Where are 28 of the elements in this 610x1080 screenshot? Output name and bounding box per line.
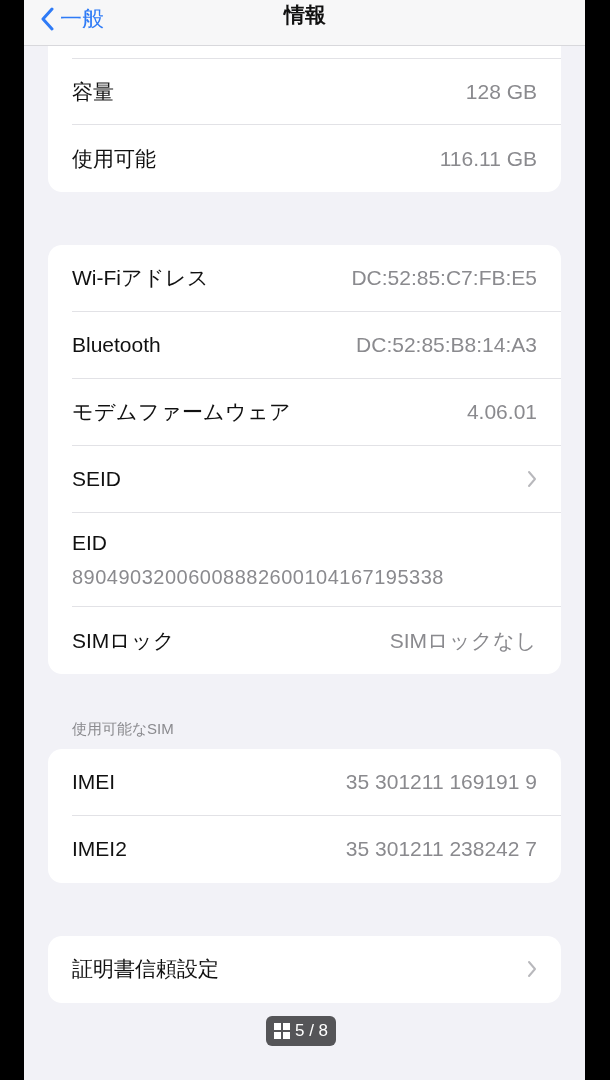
row-label: IMEI [72, 768, 116, 795]
row-label: Wi-Fiアドレス [72, 265, 209, 292]
row-label: モデムファームウェア [72, 399, 291, 426]
settings-row[interactable]: 証明書信頼設定 [72, 935, 561, 1003]
row-value: 35 301211 169191 9 [345, 768, 537, 795]
settings-row[interactable]: SEID [72, 446, 561, 513]
back-button[interactable]: 一般 [36, 2, 108, 35]
row-label: SIMロック [72, 627, 176, 654]
row-label: IMEI2 [72, 836, 127, 863]
chevron-icon [527, 960, 537, 978]
section-header: 使用可能なSIM [72, 719, 175, 739]
screen-title: 情報 [283, 2, 326, 28]
row-value: DC:52:85:C7:FB:E5 [351, 265, 537, 292]
row-value: DC:52:85:B8:14:A3 [356, 332, 537, 359]
row-label: EID [72, 529, 107, 556]
row-label: 容量 [72, 78, 114, 105]
row-value: SIMロックなし [389, 627, 537, 654]
row-value: 128 GB [465, 78, 537, 105]
page-counter: 5 / 8 [295, 1020, 329, 1042]
row-label: 使用可能 [72, 145, 156, 172]
row-label: Bluetooth [72, 332, 161, 359]
row-value: 116.11 GB [439, 145, 537, 172]
row-value: 4.06.01 [466, 399, 537, 426]
back-chevron-icon [40, 6, 54, 31]
row-value: 89049032006008882600104167195338 [72, 565, 444, 591]
grid-icon [274, 1022, 290, 1039]
chevron-icon [527, 470, 537, 488]
row-value: 35 301211 238242 7 [345, 836, 537, 863]
